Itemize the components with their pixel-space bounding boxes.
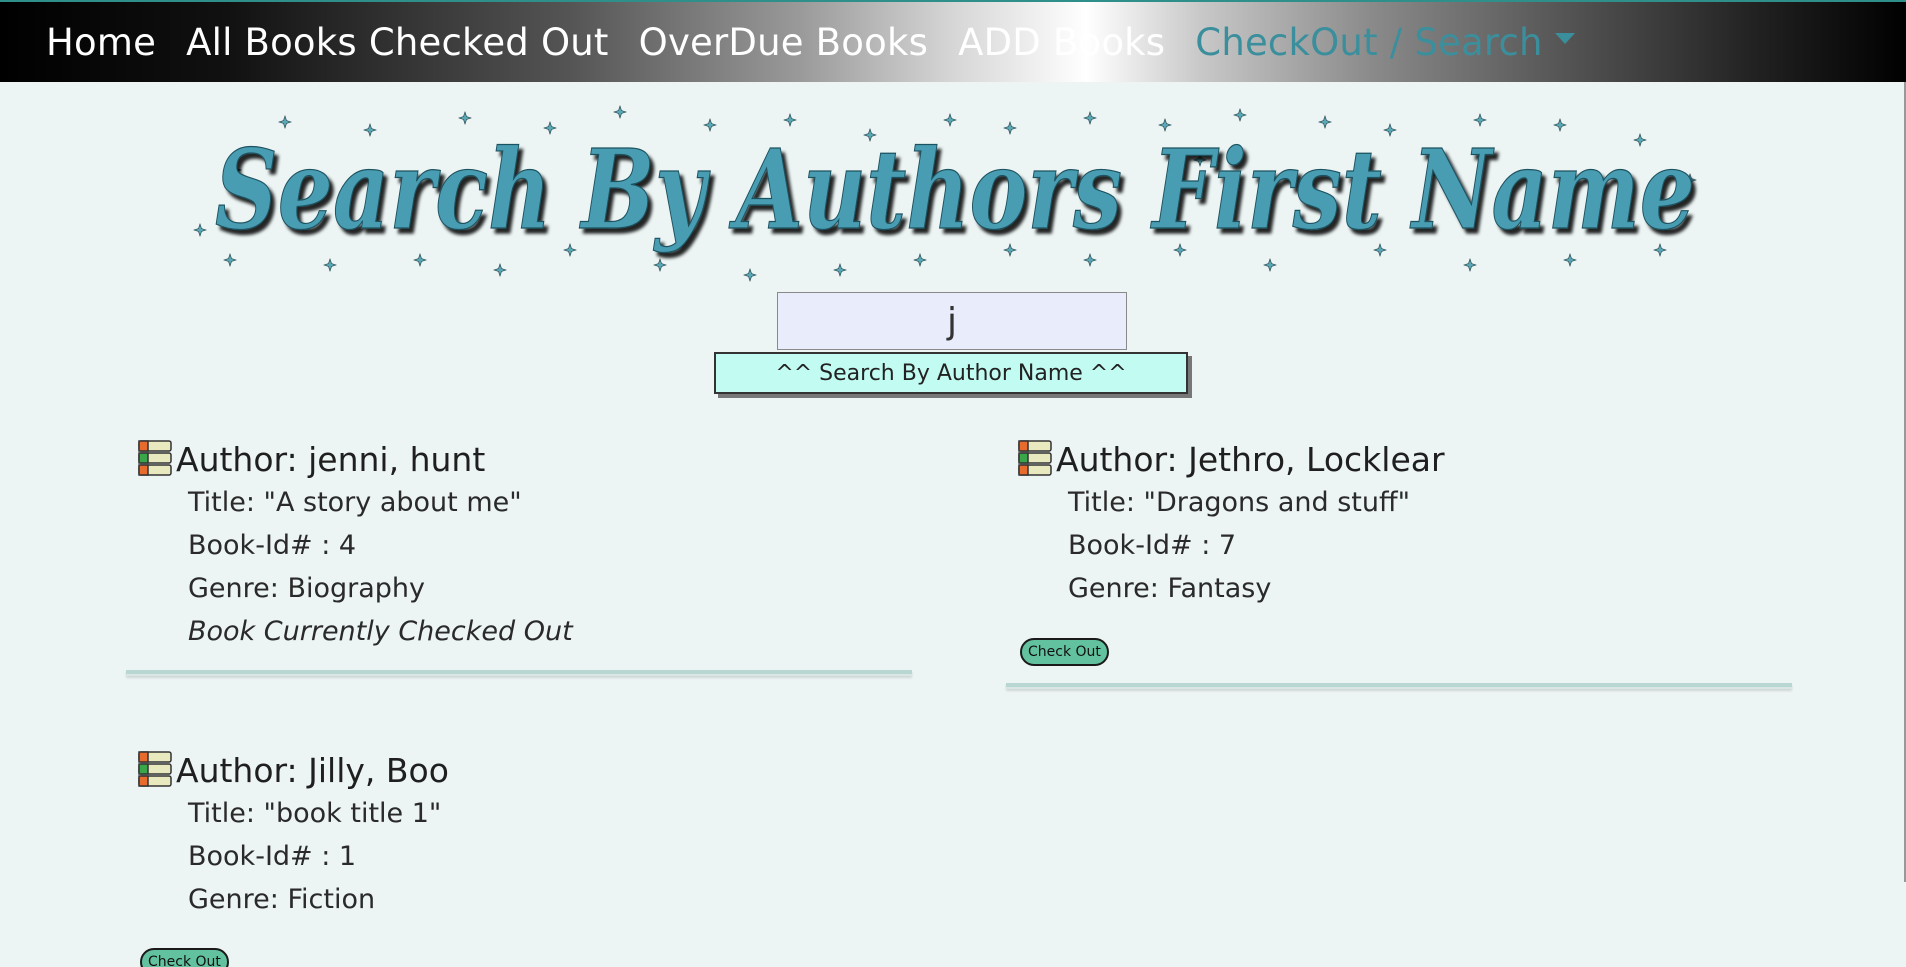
card-book-id: Book-Id# : 4 [188,530,357,561]
search-by-author-button[interactable]: ^^ Search By Author Name ^^ [714,352,1188,394]
card-title: Title: "book title 1" [188,798,442,829]
author-search-input[interactable] [777,292,1127,350]
card-title: Title: "A story about me" [188,487,522,518]
top-navbar: Home All Books Checked Out OverDue Books… [0,0,1906,82]
card-book-id: Book-Id# : 7 [1068,530,1237,561]
nav-home[interactable]: Home [46,21,156,64]
card-divider [1006,683,1792,689]
caret-down-icon [1554,32,1575,44]
result-card: Author: Jethro, Locklear Title: "Dragons… [1016,437,1445,610]
check-out-button[interactable]: Check Out [1020,638,1109,666]
nav-all-books-checked-out[interactable]: All Books Checked Out [186,21,609,64]
card-book-id: Book-Id# : 1 [188,841,357,872]
nav-overdue-books[interactable]: OverDue Books [639,21,928,64]
stack-of-books-icon [1018,440,1052,476]
check-out-button[interactable]: Check Out [140,948,229,967]
card-genre: Genre: Fiction [188,884,376,915]
page-title-graphic: Search By Authors First Name [193,105,1697,282]
stack-of-books-icon [138,751,172,787]
card-author: Author: Jilly, Boo [176,750,449,790]
nav-add-books[interactable]: ADD Books [958,21,1165,64]
card-author-row: Author: jenni, hunt [136,437,573,481]
card-divider [126,670,912,676]
page-title: Search By Authors First Name [215,125,1695,254]
card-genre: Genre: Biography [188,573,426,604]
page-title-banner: Search By Authors First Name [190,100,1720,290]
card-author: Author: jenni, hunt [176,439,486,479]
nav-checkout-search-label: CheckOut / Search [1195,20,1543,64]
card-author-row: Author: Jethro, Locklear [1016,437,1445,481]
stack-of-books-icon [138,440,172,476]
result-card: Author: Jilly, Boo Title: "book title 1"… [136,748,449,921]
card-checked-out-status: Book Currently Checked Out [188,616,573,647]
result-card: Author: jenni, hunt Title: "A story abou… [136,437,573,653]
nav-checkout-search-dropdown[interactable]: CheckOut / Search [1195,20,1575,64]
card-author: Author: Jethro, Locklear [1056,439,1445,479]
card-title: Title: "Dragons and stuff" [1068,487,1410,518]
card-genre: Genre: Fantasy [1068,573,1272,604]
card-author-row: Author: Jilly, Boo [136,748,449,792]
